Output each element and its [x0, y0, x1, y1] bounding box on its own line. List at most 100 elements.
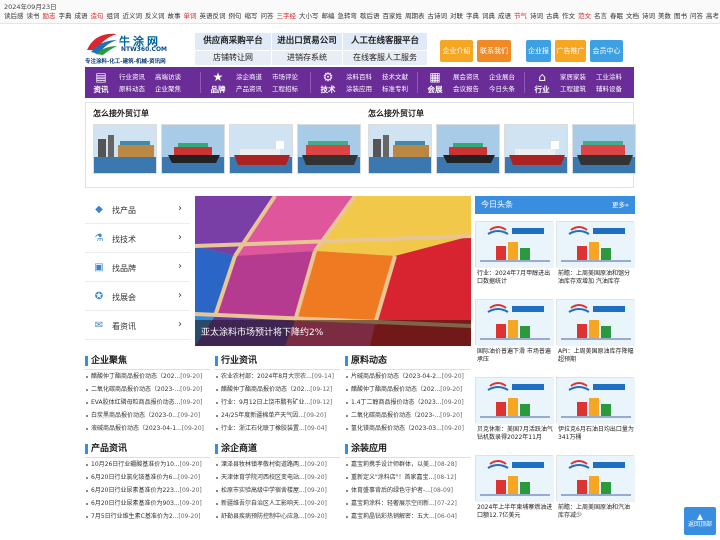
news-row[interactable]: 新疆维吾尔自治区人工影响天...[09-20] — [215, 497, 340, 510]
news-row[interactable]: 1.4丁二醇商品报价动态（2023...[09-20] — [345, 396, 470, 409]
trade-ship-image[interactable] — [297, 124, 361, 174]
news-row[interactable]: 行业：浙江石化联丁橡胶装置...[09-04] — [215, 422, 340, 435]
top-link[interactable]: 古典 — [546, 12, 559, 20]
top-link[interactable]: 名言 — [594, 12, 607, 20]
top-link[interactable]: 图书 — [674, 12, 687, 20]
top-link[interactable]: 对联 — [450, 12, 463, 20]
side-menu-item[interactable]: ⚗ 找技术 › — [85, 225, 190, 253]
nav-link[interactable]: 涂料百科 — [346, 71, 372, 81]
top-link[interactable]: 读书 — [27, 12, 40, 20]
news-row[interactable]: 重新定义"涂料店"！首家嘉宝...[08-12] — [345, 471, 470, 484]
top-link[interactable]: 词典 — [482, 12, 495, 20]
nav-link[interactable]: 工程招标 — [272, 83, 298, 93]
news-row[interactable]: 6月20日行业尿素基准价为903...[09-20] — [85, 497, 210, 510]
top-link[interactable]: 诗词 — [530, 12, 543, 20]
platform-import-export[interactable]: 进出口贸易公司 — [272, 33, 342, 50]
top-link[interactable]: 成语 — [498, 12, 511, 20]
top-link[interactable]: 造句 — [91, 12, 104, 20]
corp-button[interactable]: 企业介绍 — [440, 40, 473, 62]
top-link[interactable]: 歇后语 — [360, 12, 380, 20]
top-link[interactable]: 作文 — [562, 12, 575, 20]
nav-group-name[interactable]: 行业 — [530, 84, 554, 95]
headline-card[interactable]: 国际油价普遍下滑 市场普遍承压 — [475, 296, 554, 372]
section-title[interactable]: 企业聚焦 — [85, 354, 210, 370]
news-row[interactable]: 6月20日行业尿素基准价为223...[09-20] — [85, 484, 210, 497]
top-link[interactable]: 大小写 — [299, 12, 319, 20]
top-link[interactable]: 周期表 — [405, 12, 425, 20]
news-row[interactable]: 10月26日行业硼酸基准价为10...[09-20] — [85, 458, 210, 471]
nav-link[interactable]: 产品资讯 — [236, 83, 262, 93]
headline-card[interactable]: 贝克休斯：美国7月活跃油气钻机数录得2022年11月 — [475, 374, 554, 450]
news-row[interactable]: 24/25年度新疆棉单产天气因...[09-20] — [215, 409, 340, 422]
site-logo[interactable]: 牛涂网 NTW360.COM 专注涂料-化工-建筑-机械-资讯网 — [85, 30, 189, 65]
nav-link[interactable]: 会议报告 — [453, 83, 479, 93]
top-link[interactable]: 美数 — [658, 12, 671, 20]
top-link[interactable]: 问答 — [261, 12, 274, 20]
news-row[interactable]: 溧泽县牧林镇孝敬村街道路两...[09-20] — [215, 458, 340, 471]
hero-banner[interactable]: 亚太涂料市场预计将下降约2% — [195, 196, 471, 346]
top-link[interactable]: 三字经 — [277, 12, 297, 20]
platform-inventory[interactable]: 进销存系统 — [272, 51, 342, 65]
side-menu-item[interactable]: ✉ 看资讯 › — [85, 312, 190, 340]
section-title[interactable]: 涂企商道 — [215, 442, 340, 458]
top-link[interactable]: 诗词 — [642, 12, 655, 20]
top-link[interactable]: 百家姓 — [383, 12, 403, 20]
corp-button[interactable]: 联系我们 — [477, 40, 511, 62]
top-link[interactable]: 英语反词 — [200, 12, 226, 20]
top-link[interactable]: 邮编 — [322, 12, 335, 20]
section-title[interactable]: 涂装应用 — [345, 442, 470, 458]
trade-ship-image[interactable] — [572, 124, 636, 174]
top-link[interactable]: 字典 — [59, 12, 72, 20]
side-menu-item[interactable]: ◆ 找产品 › — [85, 196, 190, 224]
section-title[interactable]: 产品资讯 — [85, 442, 210, 458]
nav-link[interactable]: 涂装应用 — [346, 83, 372, 93]
top-link[interactable]: 古诗词 — [428, 12, 448, 20]
top-link[interactable]: 急转弯 — [338, 12, 358, 20]
nav-link[interactable]: 原料动态 — [119, 83, 145, 93]
corp-button[interactable]: 会员中心 — [590, 40, 623, 62]
corp-button[interactable]: 广告推广 — [555, 40, 586, 62]
nav-link[interactable]: 展会资讯 — [453, 71, 479, 81]
trade-ship-image[interactable] — [93, 124, 157, 174]
headline-card[interactable]: 伊拉克6月石油日均出口量为341万桶 — [556, 374, 635, 450]
nav-link[interactable]: 标准专利 — [382, 83, 408, 93]
more-link[interactable]: 更多» — [612, 196, 629, 214]
top-link[interactable]: 问答 — [690, 12, 703, 20]
headline-card[interactable]: API：上周美国原油库存降幅超预期 — [556, 296, 635, 372]
headline-card[interactable]: 2024年上半年柬埔寨燃油进口额12.7亿美元 — [475, 452, 554, 528]
ext-trade-title[interactable]: 怎么接外贸订单 — [368, 108, 424, 119]
nav-group-name[interactable]: 会展 — [423, 84, 447, 95]
top-link[interactable]: 读后感 — [4, 12, 24, 20]
top-link[interactable]: 单词 — [184, 12, 197, 20]
corp-button[interactable]: 企业报销 — [526, 40, 551, 77]
headline-card[interactable]: 前瞻：上周美国原油和汽油库存减少 — [556, 452, 635, 528]
trade-ship-image[interactable] — [229, 124, 293, 174]
trade-ship-image[interactable] — [161, 124, 225, 174]
nav-link[interactable]: 今日头条 — [489, 83, 515, 93]
top-link[interactable]: 范文 — [578, 12, 591, 20]
nav-link[interactable]: 行业资讯 — [119, 71, 145, 81]
platform-manual-service[interactable]: 在线客服人工服务 — [343, 51, 427, 65]
top-link[interactable]: 字典 — [466, 12, 479, 20]
back-to-top-button[interactable]: ▲ 返回顶部 — [684, 507, 716, 535]
nav-link[interactable]: 高端访谈 — [155, 71, 181, 81]
nav-group-name[interactable]: 资讯 — [89, 84, 113, 95]
nav-group-name[interactable]: 技术 — [316, 84, 340, 95]
top-link[interactable]: 励志 — [43, 12, 56, 20]
nav-link[interactable]: 家居家装 — [560, 71, 586, 81]
news-row[interactable]: 氢化镁商品报价动态（2023-03...[09-20] — [345, 422, 470, 435]
top-link[interactable]: 反义词 — [145, 12, 165, 20]
nav-link[interactable]: 辅料设备 — [596, 83, 622, 93]
top-link[interactable]: 春眠 — [610, 12, 623, 20]
section-title[interactable]: 行业资讯 — [215, 354, 340, 370]
nav-link[interactable]: 工业涂料 — [596, 71, 622, 81]
nav-link[interactable]: 工程建筑 — [560, 83, 586, 93]
news-row[interactable]: 片碱商品报价动态（2023-04-2...[09-20] — [345, 370, 470, 383]
top-link[interactable]: 故事 — [168, 12, 181, 20]
top-link[interactable]: 文档 — [626, 12, 639, 20]
news-row[interactable]: 松原市实验高级中学宿舍楼屋...[09-20] — [215, 484, 340, 497]
headline-card[interactable]: 行业：2024年7月甲醇进出口数据统计 — [475, 218, 554, 294]
nav-group-name[interactable]: 品牌 — [206, 84, 230, 95]
news-row[interactable]: 醋酸仲丁酯商品报价动态（202...[09-20] — [345, 383, 470, 396]
news-row[interactable]: 行业：9月12日上饶市鹏有矿业...[09-12] — [215, 396, 340, 409]
